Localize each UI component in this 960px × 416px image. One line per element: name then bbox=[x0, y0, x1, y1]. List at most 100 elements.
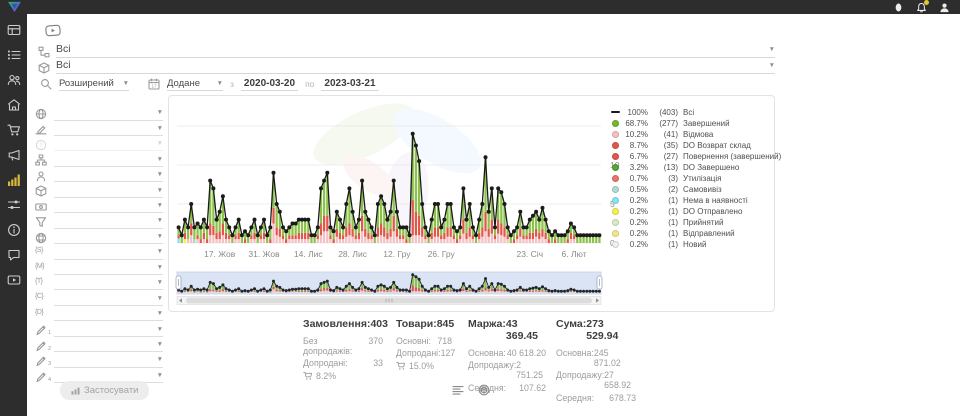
calendar-icon[interactable]: 17 bbox=[148, 78, 160, 90]
video-help-icon[interactable] bbox=[45, 24, 61, 37]
filter-tag-t-select[interactable]: ▼ bbox=[54, 277, 163, 290]
chevron-down-icon: ▼ bbox=[157, 342, 163, 349]
search-mode-select[interactable]: Розширений ▼ bbox=[59, 79, 129, 91]
svg-text:23. Січ: 23. Січ bbox=[516, 249, 543, 259]
filter-help-select[interactable]: ▼ bbox=[54, 138, 163, 151]
legend-dot-swatch bbox=[612, 142, 619, 149]
stat-header: Маржа: 43 369.45 bbox=[468, 318, 546, 342]
legend-dot-swatch bbox=[612, 131, 619, 138]
legend-item[interactable]: 0.2% (1) Прийнятий bbox=[610, 218, 772, 227]
filter-row-payment: ▼ bbox=[35, 200, 163, 214]
category-filter-row: Всі ▼ bbox=[38, 43, 775, 58]
sidebar-item-settings[interactable] bbox=[7, 198, 21, 212]
stat-cart-row: 15.0% bbox=[396, 361, 452, 371]
chevron-down-icon: ▼ bbox=[157, 280, 163, 287]
legend-label: Новий bbox=[683, 240, 706, 249]
notifications-icon[interactable] bbox=[916, 2, 927, 13]
legend-item[interactable]: 8.7% (35) DO Возврат склад bbox=[610, 141, 772, 150]
stats-column-orders: Замовлення: 403 Без допродажів: 370 Допр… bbox=[303, 318, 383, 381]
legend-item[interactable]: 6.7% (27) Повернення (завершений) bbox=[610, 152, 772, 161]
category-select[interactable]: Всі ▼ bbox=[56, 44, 775, 58]
sidebar-item-analytics[interactable] bbox=[7, 173, 21, 187]
legend-item[interactable]: 0.5% (2) Самовивіз bbox=[610, 185, 772, 194]
svg-text:14. Лис: 14. Лис bbox=[294, 249, 324, 259]
edit-icon bbox=[35, 123, 47, 135]
list-view-icon[interactable] bbox=[452, 384, 464, 396]
navigator-handle[interactable] bbox=[176, 276, 181, 289]
legend-dot-swatch bbox=[612, 241, 619, 248]
custom-2-icon: 2 bbox=[35, 340, 47, 352]
date-field-select[interactable]: Додане ▼ bbox=[167, 79, 223, 91]
sidebar-item-video[interactable] bbox=[7, 273, 21, 287]
svg-text:31. Жов: 31. Жов bbox=[248, 249, 280, 259]
chevron-down-icon: ▼ bbox=[157, 357, 163, 364]
sidebar-item-orders[interactable] bbox=[7, 48, 21, 62]
legend-item[interactable]: 100% (403) Всі bbox=[610, 108, 772, 117]
chevron-down-icon: ▼ bbox=[157, 265, 163, 272]
legend-item[interactable]: 0.2% (1) Відправлений bbox=[610, 229, 772, 238]
legend-item[interactable]: 0.2% (1) Нема в наявності bbox=[610, 196, 772, 205]
sidebar-item-info[interactable] bbox=[7, 223, 21, 237]
svg-text:12. Гру: 12. Гру bbox=[383, 249, 411, 259]
chevron-down-icon: ▼ bbox=[769, 47, 775, 54]
legend-item[interactable]: 10.2% (41) Відмова bbox=[610, 130, 772, 139]
filter-tag-m-select[interactable]: ▼ bbox=[54, 262, 163, 275]
app-window: Всі ▼ Всі ▼ Розширений ▼ 17 bbox=[0, 0, 960, 416]
filter-tag-c-select[interactable]: ▼ bbox=[54, 293, 163, 306]
notification-badge bbox=[924, 0, 929, 5]
sidebar-item-customers[interactable] bbox=[7, 73, 21, 87]
support-icon[interactable] bbox=[939, 2, 950, 13]
filter-custom-1-select[interactable]: ▼ bbox=[54, 324, 163, 337]
legend-dot-swatch bbox=[612, 186, 619, 193]
apply-button[interactable]: Застосувати bbox=[60, 381, 149, 400]
legend-percent: 3.2% bbox=[622, 163, 648, 172]
sidebar-item-purchases[interactable] bbox=[7, 123, 21, 137]
sidebar-item-marketing[interactable] bbox=[7, 148, 21, 162]
bar-chart-icon bbox=[71, 386, 80, 395]
product-select[interactable]: Всі ▼ bbox=[56, 60, 775, 74]
filter-tag-d-select[interactable]: ▼ bbox=[54, 308, 163, 321]
box-view-icon[interactable] bbox=[478, 384, 490, 396]
main-content: Всі ▼ Всі ▼ Розширений ▼ 17 bbox=[27, 14, 960, 416]
filter-custom-2-select[interactable]: ▼ bbox=[54, 339, 163, 352]
custom-1-icon: 1 bbox=[35, 324, 47, 336]
date-from-input[interactable]: 2020-03-20 bbox=[241, 78, 298, 91]
filter-geo-select[interactable]: ▼ bbox=[54, 108, 163, 121]
filter-funnel-select[interactable]: ▼ bbox=[54, 216, 163, 229]
user-icon[interactable] bbox=[893, 2, 904, 13]
svg-text:26. Гру: 26. Гру bbox=[428, 249, 456, 259]
filter-custom-3-select[interactable]: ▼ bbox=[54, 355, 163, 368]
date-to-input[interactable]: 2023-03-21 bbox=[321, 78, 378, 91]
filter-manager-select[interactable]: ▼ bbox=[54, 169, 163, 182]
legend-label: Самовивіз bbox=[683, 185, 722, 194]
legend-item[interactable]: 68.7% (277) Завершений bbox=[610, 119, 772, 128]
legend-item[interactable]: 0.2% (1) Новий bbox=[610, 240, 772, 249]
chevron-down-icon: ▼ bbox=[157, 188, 163, 195]
topbar-actions bbox=[893, 1, 950, 13]
filter-payment-select[interactable]: ▼ bbox=[54, 200, 163, 213]
brand-logo-icon[interactable] bbox=[7, 1, 22, 13]
filter-edit-select[interactable]: ▼ bbox=[54, 123, 163, 136]
svg-text:?: ? bbox=[39, 143, 43, 149]
legend-item[interactable]: 0.7% (3) Утилізація bbox=[610, 174, 772, 183]
chevron-down-icon: ▼ bbox=[157, 172, 163, 179]
filter-structure-select[interactable]: ▼ bbox=[54, 154, 163, 167]
filter-site-select[interactable]: ▼ bbox=[54, 231, 163, 244]
legend-label: Відправлений bbox=[683, 229, 735, 238]
legend-item[interactable]: 3.2% (13) DO Завершено bbox=[610, 163, 772, 172]
product-icon bbox=[35, 185, 47, 197]
sidebar-item-dashboard[interactable] bbox=[7, 23, 21, 37]
sidebar-item-reviews[interactable] bbox=[7, 248, 21, 262]
filter-row-product: ▼ bbox=[35, 184, 163, 198]
svg-text:6. Лют: 6. Лют bbox=[562, 249, 587, 259]
navigator-handle[interactable] bbox=[597, 276, 602, 289]
search-icon[interactable] bbox=[40, 78, 52, 90]
filter-row-custom-3: 3 ▼ bbox=[35, 354, 163, 368]
filter-tag-s-select[interactable]: ▼ bbox=[54, 247, 163, 260]
legend-count: (277) bbox=[653, 119, 678, 128]
filter-product-select[interactable]: ▼ bbox=[54, 185, 163, 198]
structure-icon bbox=[35, 154, 47, 166]
sidebar-item-store[interactable] bbox=[7, 98, 21, 112]
legend-label: Всі bbox=[683, 108, 694, 117]
legend-item[interactable]: 0.2% (1) DO Отправлено bbox=[610, 207, 772, 216]
